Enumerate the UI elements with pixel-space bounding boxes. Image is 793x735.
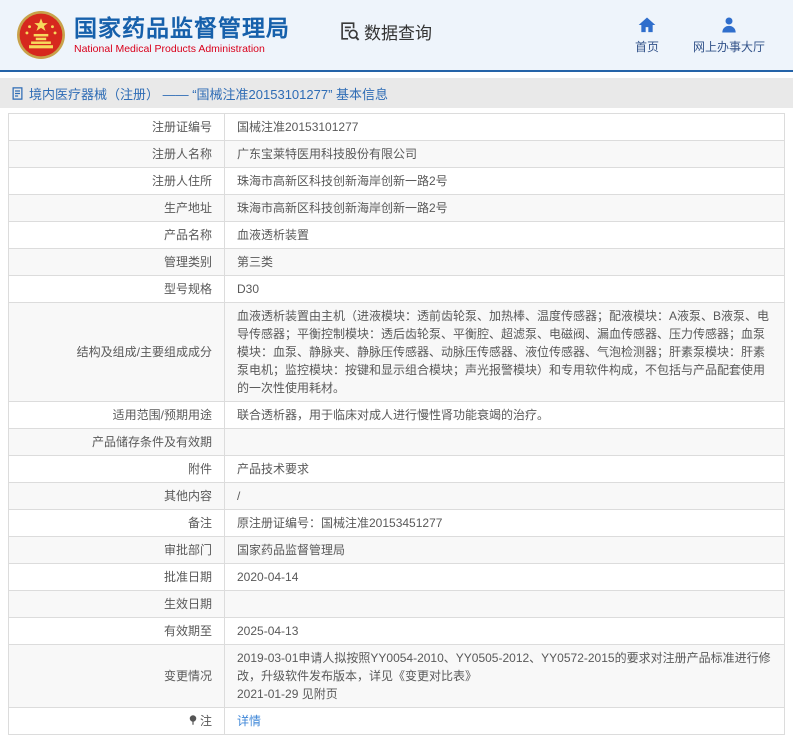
table-row: 批准日期 2020-04-14 xyxy=(9,564,785,591)
agency-name-en: National Medical Products Administration xyxy=(74,43,290,55)
row-label: 批准日期 xyxy=(164,570,212,584)
row-value: 2025-04-13 xyxy=(225,618,785,645)
table-row: 备注 原注册证编号：国械注准20153451277 xyxy=(9,510,785,537)
table-row: 变更情况 2019-03-01申请人拟按照YY0054-2010、YY0505-… xyxy=(9,645,785,708)
user-icon xyxy=(719,15,739,35)
table-row: 产品储存条件及有效期 xyxy=(9,429,785,456)
data-query-label: 数据查询 xyxy=(364,19,432,44)
row-label: 备注 xyxy=(188,516,212,530)
row-label: 注册人名称 xyxy=(152,147,212,161)
row-value: 联合透析器，用于临床对成人进行慢性肾功能衰竭的治疗。 xyxy=(225,402,785,429)
row-label: 适用范围/预期用途 xyxy=(113,408,212,422)
row-value: 广东宝莱特医用科技股份有限公司 xyxy=(225,141,785,168)
row-value: 国家药品监督管理局 xyxy=(225,537,785,564)
table-row: 生效日期 xyxy=(9,591,785,618)
table-row: 注册证编号 国械注准20153101277 xyxy=(9,114,785,141)
nav-home[interactable]: 首页 xyxy=(635,15,659,55)
row-label: 有效期至 xyxy=(164,624,212,638)
row-label: 变更情况 xyxy=(164,669,212,683)
table-row: 产品名称 血液透析装置 xyxy=(9,222,785,249)
row-value: 原注册证编号：国械注准20153451277 xyxy=(225,510,785,537)
breadcrumb-text: 境内医疗器械（注册） —— “国械注准20153101277” 基本信息 xyxy=(29,84,388,103)
nav-data-query[interactable]: 数据查询 xyxy=(338,19,432,44)
table-row: 型号规格 D30 xyxy=(9,276,785,303)
row-label: 注 xyxy=(200,714,212,728)
row-value: 2020-04-14 xyxy=(225,564,785,591)
row-label: 生效日期 xyxy=(164,597,212,611)
header-nav: 首页 网上办事大厅 xyxy=(635,15,765,55)
table-row: 其他内容 / xyxy=(9,483,785,510)
table-row: 附件 产品技术要求 xyxy=(9,456,785,483)
row-label: 产品名称 xyxy=(164,228,212,242)
table-row: 审批部门 国家药品监督管理局 xyxy=(9,537,785,564)
info-table-body: 注册证编号 国械注准20153101277 注册人名称 广东宝莱特医用科技股份有… xyxy=(9,114,785,735)
table-row: 适用范围/预期用途 联合透析器，用于临床对成人进行慢性肾功能衰竭的治疗。 xyxy=(9,402,785,429)
row-value xyxy=(225,429,785,456)
row-value: 2019-03-01申请人拟按照YY0054-2010、YY0505-2012、… xyxy=(225,645,785,708)
row-label: 附件 xyxy=(188,462,212,476)
table-row: 注册人住所 珠海市高新区科技创新海岸创新一路2号 xyxy=(9,168,785,195)
agency-name-cn: 国家药品监督管理局 xyxy=(74,15,290,41)
row-label: 审批部门 xyxy=(164,543,212,557)
row-value: D30 xyxy=(225,276,785,303)
table-row: 注册人名称 广东宝莱特医用科技股份有限公司 xyxy=(9,141,785,168)
row-value: 血液透析装置 xyxy=(225,222,785,249)
nav-service-hall-label: 网上办事大厅 xyxy=(693,38,765,55)
row-label: 结构及组成/主要组成成分 xyxy=(77,345,212,359)
row-value: 产品技术要求 xyxy=(225,456,785,483)
table-row: 注 详情 xyxy=(9,708,785,735)
nav-service-hall[interactable]: 网上办事大厅 xyxy=(693,15,765,55)
row-value xyxy=(225,591,785,618)
table-row: 管理类别 第三类 xyxy=(9,249,785,276)
registration-info-table-wrap: 注册证编号 国械注准20153101277 注册人名称 广东宝莱特医用科技股份有… xyxy=(0,108,793,735)
row-value: 第三类 xyxy=(225,249,785,276)
row-label: 注册证编号 xyxy=(152,120,212,134)
table-row: 有效期至 2025-04-13 xyxy=(9,618,785,645)
agency-brand: 国家药品监督管理局 National Medical Products Admi… xyxy=(16,10,290,60)
note-icon xyxy=(187,714,199,726)
table-row: 生产地址 珠海市高新区科技创新海岸创新一路2号 xyxy=(9,195,785,222)
row-label: 产品储存条件及有效期 xyxy=(92,435,212,449)
row-label: 型号规格 xyxy=(164,282,212,296)
data-query-icon xyxy=(338,20,360,42)
detail-link[interactable]: 详情 xyxy=(237,714,261,728)
table-row: 结构及组成/主要组成成分 血液透析装置由主机（进液模块：透前齿轮泵、加热棒、温度… xyxy=(9,303,785,402)
row-value: / xyxy=(225,483,785,510)
national-emblem-logo xyxy=(16,10,66,60)
row-value: 国械注准20153101277 xyxy=(225,114,785,141)
row-value: 详情 xyxy=(225,708,785,735)
row-value: 珠海市高新区科技创新海岸创新一路2号 xyxy=(225,168,785,195)
breadcrumb: 境内医疗器械（注册） —— “国械注准20153101277” 基本信息 xyxy=(0,78,793,108)
row-label: 其他内容 xyxy=(164,489,212,503)
row-value: 珠海市高新区科技创新海岸创新一路2号 xyxy=(225,195,785,222)
home-icon xyxy=(637,15,657,35)
registration-info-table: 注册证编号 国械注准20153101277 注册人名称 广东宝莱特医用科技股份有… xyxy=(8,113,785,735)
site-header: 国家药品监督管理局 National Medical Products Admi… xyxy=(0,0,793,72)
document-icon xyxy=(10,86,25,101)
row-label: 注册人住所 xyxy=(152,174,212,188)
row-label: 管理类别 xyxy=(164,255,212,269)
row-label: 生产地址 xyxy=(164,201,212,215)
nav-home-label: 首页 xyxy=(635,38,659,55)
row-value: 血液透析装置由主机（进液模块：透前齿轮泵、加热棒、温度传感器；配液模块：A液泵、… xyxy=(225,303,785,402)
